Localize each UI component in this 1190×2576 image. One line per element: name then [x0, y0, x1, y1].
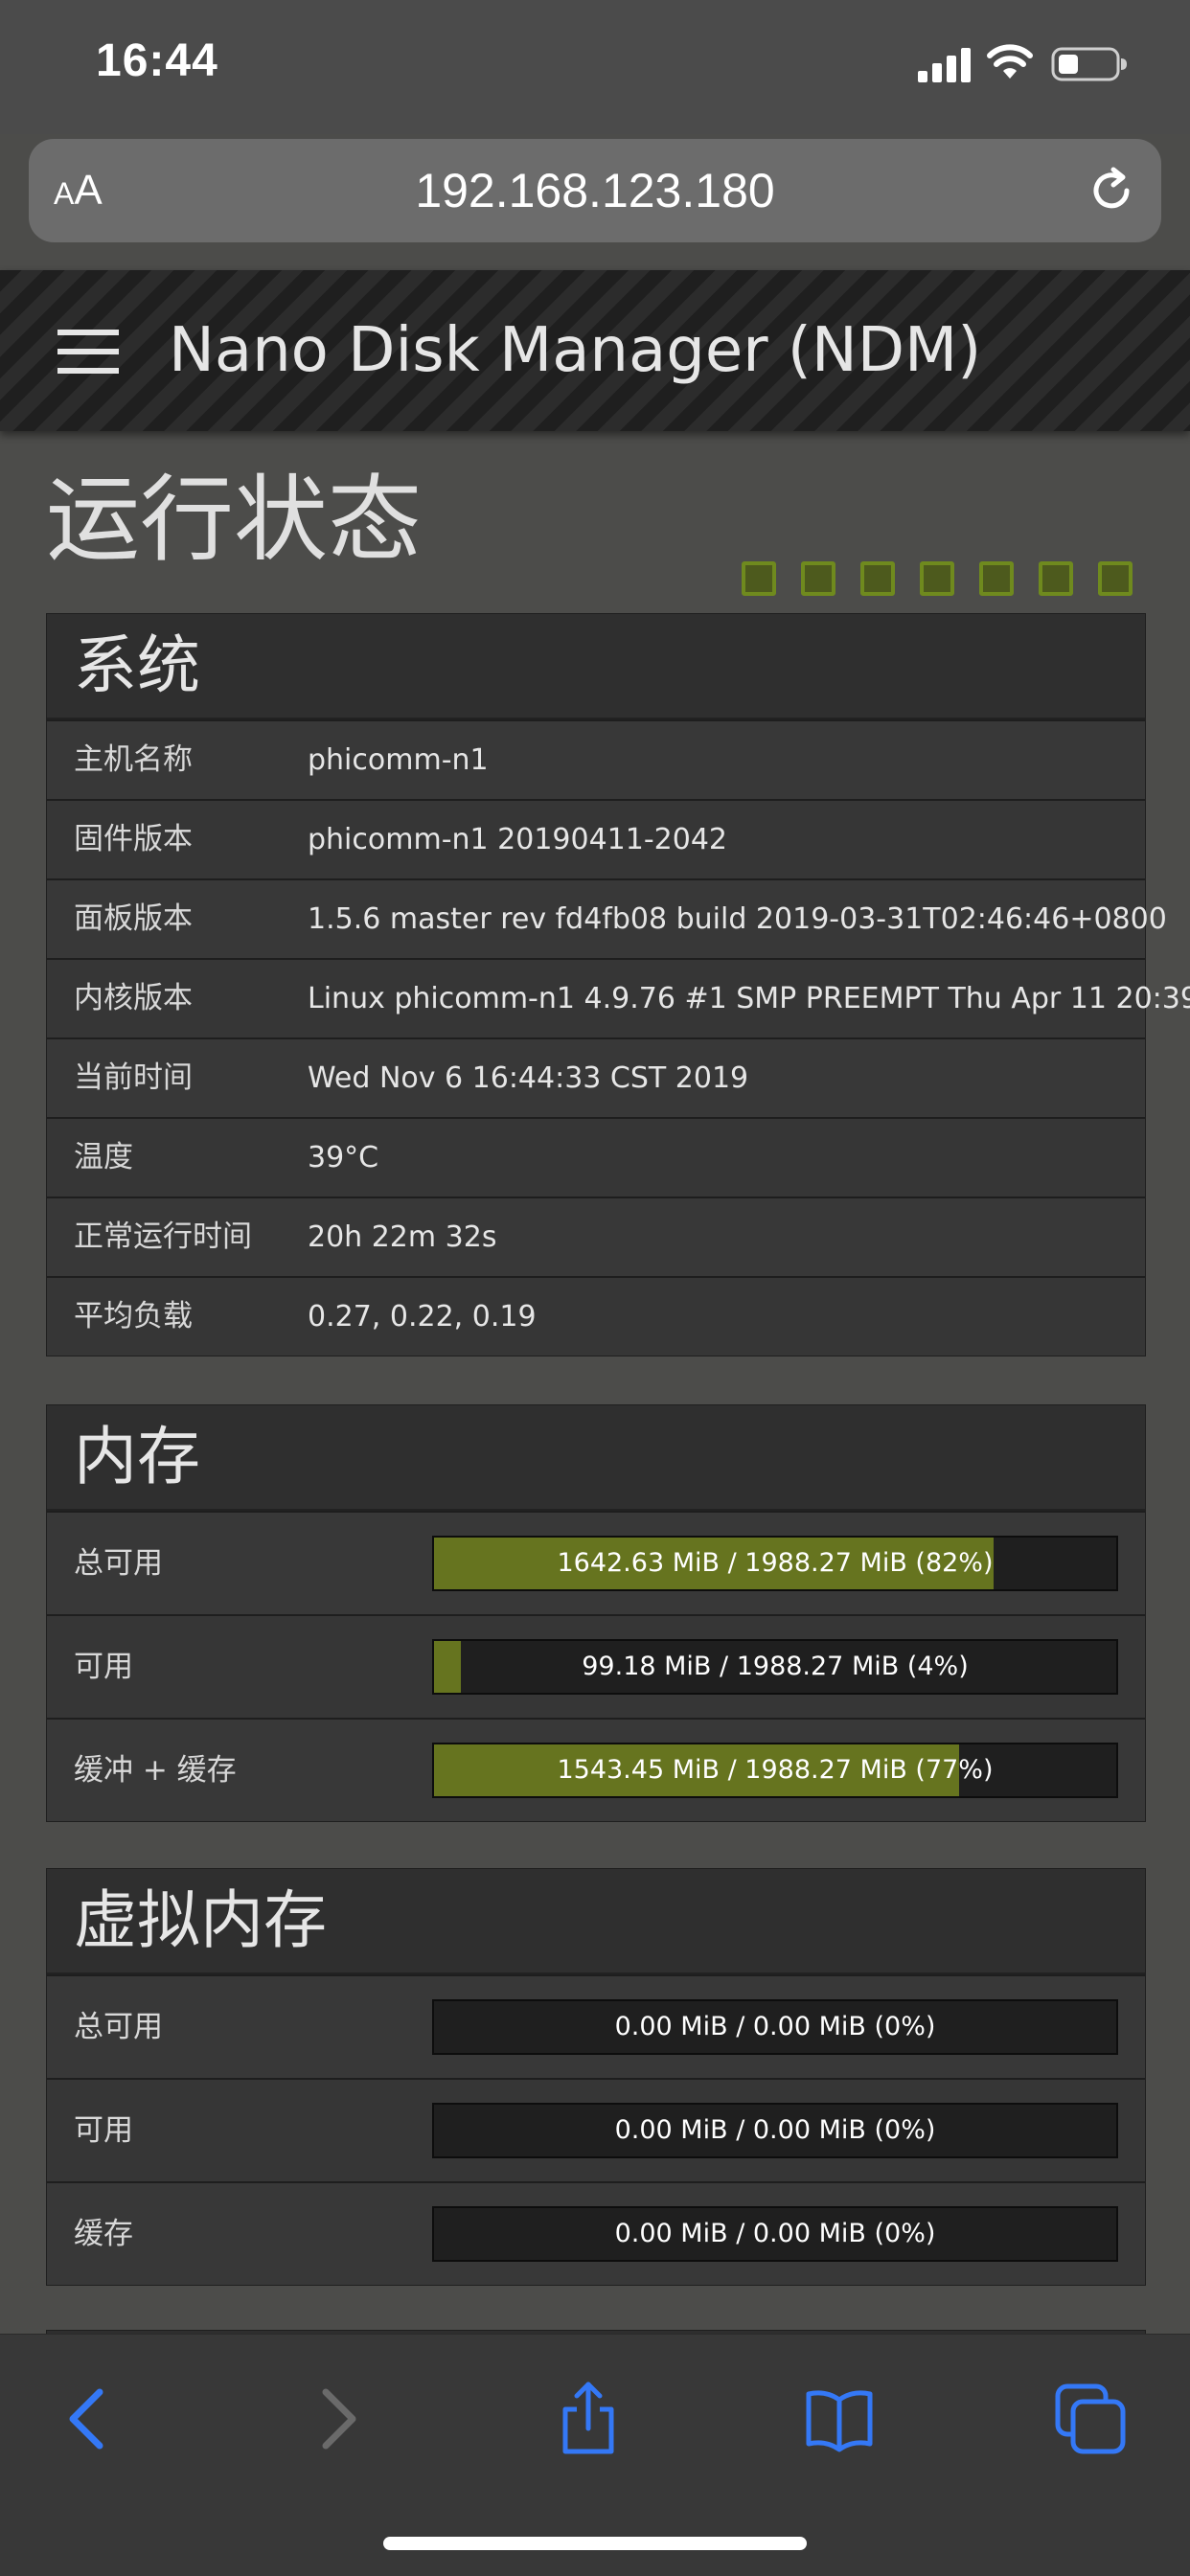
swap-free-progress-bar: 0.00 MiB / 0.00 MiB (0%) — [432, 2103, 1118, 2158]
activity-dot — [1098, 561, 1133, 596]
system-row-time: 当前时间 Wed Nov 6 16:44:33 CST 2019 — [47, 1037, 1145, 1117]
page-title: 运行状态 — [46, 466, 423, 575]
forward-icon[interactable] — [299, 2381, 376, 2457]
address-bar[interactable]: AA 192.168.123.180 — [29, 139, 1161, 242]
row-label: 内核版本 — [74, 981, 193, 1015]
row-label: 温度 — [74, 1140, 133, 1174]
row-value: 1.5.6 master rev fd4fb08 build 2019-03-3… — [308, 902, 1167, 936]
app-title: Nano Disk Manager (NDM) — [169, 315, 982, 386]
memory-buffered-progress-bar: 1543.45 MiB / 1988.27 MiB (77%) — [432, 1743, 1118, 1798]
progress-text: 0.00 MiB / 0.00 MiB (0%) — [614, 2115, 936, 2145]
reload-icon[interactable] — [1085, 164, 1138, 217]
system-row-temperature: 温度 39°C — [47, 1117, 1145, 1197]
system-row-kernel: 内核版本 Linux phicomm-n1 4.9.76 #1 SMP PREE… — [47, 958, 1190, 1037]
progress-text: 0.00 MiB / 0.00 MiB (0%) — [614, 2012, 936, 2041]
activity-dot — [979, 561, 1014, 596]
row-value: Wed Nov 6 16:44:33 CST 2019 — [308, 1061, 749, 1095]
row-label: 正常运行时间 — [74, 1220, 252, 1254]
row-label: 总可用 — [74, 1546, 163, 1581]
status-bar: 16:44 — [0, 0, 1190, 134]
progress-text: 1642.63 MiB / 1988.27 MiB (82%) — [557, 1548, 994, 1578]
row-label: 面板版本 — [74, 901, 193, 936]
row-label: 主机名称 — [74, 742, 193, 777]
cellular-signal-icon — [918, 48, 971, 82]
text-size-large-glyph: A — [74, 167, 103, 214]
tabs-icon[interactable] — [1052, 2381, 1129, 2457]
row-value: phicomm-n1 — [308, 743, 489, 777]
memory-panel-title: 内存 — [47, 1405, 1145, 1511]
progress-text: 1543.45 MiB / 1988.27 MiB (77%) — [557, 1755, 994, 1785]
row-label: 可用 — [74, 1650, 133, 1684]
row-label: 当前时间 — [74, 1060, 193, 1095]
swap-total-progress-bar: 0.00 MiB / 0.00 MiB (0%) — [432, 1999, 1118, 2055]
memory-row-total: 总可用 1642.63 MiB / 1988.27 MiB (82%) — [47, 1511, 1145, 1614]
row-value: 39°C — [308, 1141, 379, 1174]
system-table: 主机名称 phicomm-n1 固件版本 phicomm-n1 20190411… — [47, 719, 1190, 1356]
row-label: 缓冲 + 缓存 — [74, 1753, 237, 1788]
swap-table: 总可用 0.00 MiB / 0.00 MiB (0%) 可用 0.00 MiB… — [47, 1974, 1145, 2285]
system-row-hostname: 主机名称 phicomm-n1 — [47, 719, 1145, 799]
swap-cached-progress-bar: 0.00 MiB / 0.00 MiB (0%) — [432, 2206, 1118, 2262]
memory-row-buffered: 缓冲 + 缓存 1543.45 MiB / 1988.27 MiB (77%) — [47, 1718, 1145, 1821]
text-size-small-glyph: A — [54, 176, 75, 211]
progress-text: 0.00 MiB / 0.00 MiB (0%) — [614, 2219, 936, 2248]
row-label: 固件版本 — [74, 822, 193, 856]
url-text[interactable]: 192.168.123.180 — [163, 139, 1027, 242]
hamburger-menu-icon[interactable] — [57, 330, 119, 374]
status-time: 16:44 — [96, 35, 218, 86]
home-indicator — [383, 2537, 807, 2550]
system-panel-title: 系统 — [47, 614, 1145, 719]
bookmarks-icon[interactable] — [801, 2381, 878, 2457]
activity-dot — [860, 561, 895, 596]
swap-row-free: 可用 0.00 MiB / 0.00 MiB (0%) — [47, 2078, 1145, 2181]
system-row-firmware: 固件版本 phicomm-n1 20190411-2042 — [47, 799, 1145, 878]
system-panel: 系统 主机名称 phicomm-n1 固件版本 phicomm-n1 20190… — [46, 613, 1190, 1356]
battery-icon — [1051, 47, 1127, 81]
system-row-panel-version: 面板版本 1.5.6 master rev fd4fb08 build 2019… — [47, 878, 1167, 958]
row-label: 缓存 — [74, 2217, 133, 2251]
row-label: 平均负载 — [74, 1299, 193, 1334]
text-size-button[interactable]: AA — [54, 162, 130, 219]
activity-indicator — [742, 561, 1133, 596]
memory-free-progress-bar: 99.18 MiB / 1988.27 MiB (4%) — [432, 1639, 1118, 1695]
swap-row-total: 总可用 0.00 MiB / 0.00 MiB (0%) — [47, 1974, 1145, 2078]
activity-dot — [920, 561, 954, 596]
back-icon[interactable] — [50, 2381, 126, 2457]
memory-total-progress-bar: 1642.63 MiB / 1988.27 MiB (82%) — [432, 1536, 1118, 1591]
memory-table: 总可用 1642.63 MiB / 1988.27 MiB (82%) 可用 9… — [47, 1511, 1145, 1821]
wifi-icon — [987, 44, 1033, 79]
progress-text: 99.18 MiB / 1988.27 MiB (4%) — [582, 1652, 969, 1681]
activity-dot — [1039, 561, 1073, 596]
activity-dot — [742, 561, 776, 596]
swap-panel-title: 虚拟内存 — [47, 1869, 1145, 1974]
system-row-load-average: 平均负载 0.27, 0.22, 0.19 — [47, 1276, 1145, 1356]
swap-panel: 虚拟内存 总可用 0.00 MiB / 0.00 MiB (0%) 可用 0.0… — [46, 1868, 1146, 2286]
row-value: 0.27, 0.22, 0.19 — [308, 1300, 537, 1334]
share-icon[interactable] — [550, 2381, 627, 2457]
app-header: Nano Disk Manager (NDM) — [0, 270, 1190, 431]
system-row-uptime: 正常运行时间 20h 22m 32s — [47, 1197, 1145, 1276]
swap-row-cached: 缓存 0.00 MiB / 0.00 MiB (0%) — [47, 2181, 1145, 2285]
row-value: 20h 22m 32s — [308, 1220, 497, 1254]
row-label: 可用 — [74, 2113, 133, 2148]
memory-panel: 内存 总可用 1642.63 MiB / 1988.27 MiB (82%) 可… — [46, 1404, 1146, 1822]
activity-dot — [801, 561, 835, 596]
row-value: Linux phicomm-n1 4.9.76 #1 SMP PREEMPT T… — [308, 982, 1190, 1015]
row-label: 总可用 — [74, 2010, 163, 2044]
row-value: phicomm-n1 20190411-2042 — [308, 823, 728, 856]
memory-row-free: 可用 99.18 MiB / 1988.27 MiB (4%) — [47, 1614, 1145, 1718]
